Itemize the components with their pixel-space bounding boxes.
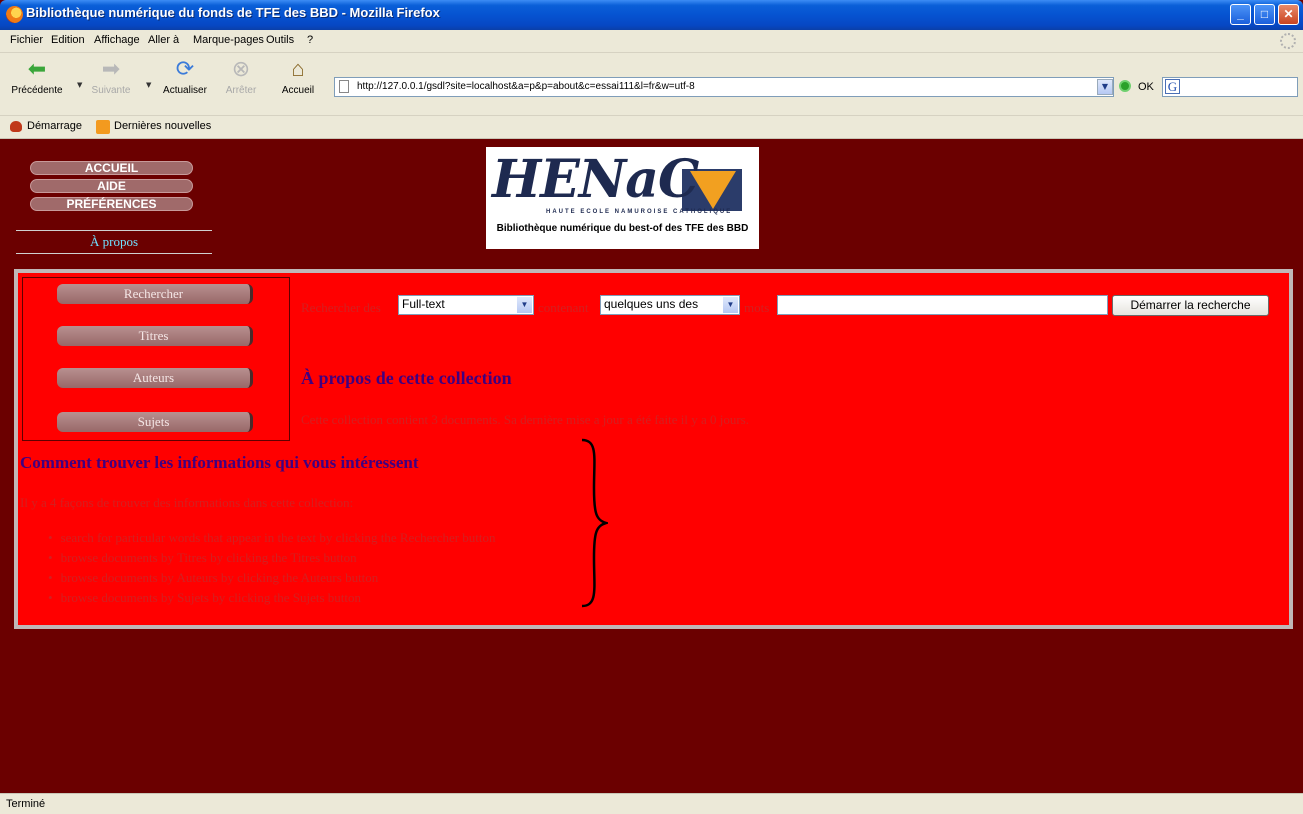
back-arrow-icon: ⬅ bbox=[27, 56, 47, 81]
menu-bar: Fichier Edition Affichage Aller à Marque… bbox=[0, 30, 1303, 53]
nav-accueil-button[interactable]: ACCUEIL bbox=[30, 161, 193, 175]
browse-buttons-box: Rechercher Titres Auteurs Sujets bbox=[22, 277, 290, 441]
logo-title: HENaC bbox=[492, 149, 699, 210]
menu-outils[interactable]: Outils bbox=[266, 34, 294, 46]
sujets-button[interactable]: Sujets bbox=[57, 412, 253, 432]
firefox-icon bbox=[6, 6, 23, 23]
howto-intro: Il y a 4 façons de trouver des informati… bbox=[20, 495, 354, 510]
main-panel: Rechercher Titres Auteurs Sujets Recherc… bbox=[14, 269, 1293, 629]
go-icon[interactable] bbox=[1119, 80, 1131, 92]
nav-preferences-button[interactable]: PRÉFÉRENCES bbox=[30, 197, 193, 211]
forward-dropdown-icon[interactable]: ▼ bbox=[146, 81, 151, 89]
list-item: browse documents by Auteurs by clicking … bbox=[48, 570, 379, 586]
back-label: Précédente bbox=[11, 85, 63, 96]
bookmark-demarrage[interactable]: Démarrage bbox=[27, 120, 82, 132]
reload-label: Actualiser bbox=[163, 85, 207, 96]
about-text: Cette collection contient 3 documents. S… bbox=[301, 412, 749, 427]
forward-arrow-icon: ➡ bbox=[101, 56, 121, 81]
minimize-button[interactable]: _ bbox=[1230, 4, 1251, 25]
google-icon[interactable]: G bbox=[1165, 79, 1180, 94]
throbber-icon bbox=[1280, 33, 1296, 49]
divider bbox=[16, 230, 212, 231]
menu-help[interactable]: ? bbox=[307, 34, 313, 46]
list-item: browse documents by Titres by clicking t… bbox=[48, 550, 357, 566]
forward-label: Suivante bbox=[91, 85, 131, 96]
reload-icon: ⟳ bbox=[175, 56, 195, 81]
menu-aller[interactable]: Aller à bbox=[148, 34, 179, 46]
stop-label: Arrêter bbox=[225, 85, 257, 96]
stop-icon: ⊗ bbox=[231, 56, 251, 81]
containing-label: contenant bbox=[538, 300, 589, 315]
search-bar[interactable]: G bbox=[1162, 77, 1298, 97]
page-icon bbox=[339, 80, 349, 93]
search-field-value: Full-text bbox=[402, 297, 445, 311]
search-field-select[interactable]: Full-text ▼ bbox=[398, 295, 534, 315]
collection-logo: HENaC HAUTE ECOLE NAMUROISE CATHOLIQUE B… bbox=[486, 147, 759, 249]
current-page-label: À propos bbox=[89, 234, 139, 249]
list-item: search for particular words that appear … bbox=[48, 530, 496, 546]
howto-heading: Comment trouver les informations qui vou… bbox=[20, 453, 419, 472]
url-dropdown-icon[interactable]: ▼ bbox=[1097, 79, 1113, 95]
search-label: Rechercher des bbox=[301, 300, 381, 315]
menu-edition[interactable]: Edition bbox=[51, 34, 85, 46]
menu-affichage[interactable]: Affichage bbox=[94, 34, 140, 46]
about-heading: À propos de cette collection bbox=[301, 368, 512, 388]
window-title: Bibliothèque numérique du fonds de TFE d… bbox=[26, 5, 440, 20]
rechercher-button[interactable]: Rechercher bbox=[57, 284, 253, 304]
search-mode-value: quelques uns des bbox=[604, 297, 699, 311]
search-mode-select[interactable]: quelques uns des ▼ bbox=[600, 295, 740, 315]
navigation-toolbar: ⬅ Précédente ▼ ➡ Suivante ▼ ⟳ Actualiser… bbox=[0, 53, 1303, 116]
page-content: ACCUEIL AIDE PRÉFÉRENCES À propos HENaC … bbox=[0, 139, 1303, 793]
search-input[interactable] bbox=[777, 295, 1108, 315]
address-bar[interactable]: http://127.0.0.1/gsdl?site=localhost&a=p… bbox=[334, 77, 1114, 97]
curly-brace-graphic bbox=[581, 438, 608, 608]
window-titlebar: Bibliothèque numérique du fonds de TFE d… bbox=[0, 0, 1303, 30]
maximize-button[interactable]: □ bbox=[1254, 4, 1275, 25]
rss-icon bbox=[96, 120, 110, 134]
chevron-down-icon: ▼ bbox=[723, 297, 738, 313]
bookmark-dernieres-nouvelles[interactable]: Dernières nouvelles bbox=[114, 120, 211, 132]
logo-caption: Bibliothèque numérique du best-of des TF… bbox=[496, 223, 749, 234]
status-text: Terminé bbox=[6, 798, 46, 810]
auteurs-button[interactable]: Auteurs bbox=[57, 368, 253, 388]
home-button[interactable]: ⌂ Accueil bbox=[276, 56, 320, 97]
list-item: browse documents by Sujets by clicking t… bbox=[48, 590, 361, 606]
words-label: mots bbox=[744, 300, 770, 315]
go-button[interactable]: OK bbox=[1138, 81, 1154, 93]
reload-button[interactable]: ⟳ Actualiser bbox=[156, 56, 214, 97]
forward-button[interactable]: ➡ Suivante bbox=[86, 56, 136, 97]
back-dropdown-icon[interactable]: ▼ bbox=[77, 81, 82, 89]
menu-marque-pages[interactable]: Marque-pages bbox=[193, 34, 264, 46]
titres-button[interactable]: Titres bbox=[57, 326, 253, 346]
divider bbox=[16, 253, 212, 254]
logo-subtitle: HAUTE ECOLE NAMUROISE CATHOLIQUE bbox=[546, 209, 733, 215]
start-search-button[interactable]: Démarrer la recherche bbox=[1112, 295, 1269, 316]
chevron-down-icon: ▼ bbox=[517, 297, 532, 313]
status-bar: Terminé bbox=[0, 793, 1303, 814]
bookmarks-toolbar: Démarrage Dernières nouvelles bbox=[0, 116, 1303, 139]
nav-aide-button[interactable]: AIDE bbox=[30, 179, 193, 193]
home-label: Accueil bbox=[281, 85, 315, 96]
home-icon: ⌂ bbox=[291, 56, 305, 81]
bookmark-icon bbox=[10, 121, 22, 132]
url-text[interactable]: http://127.0.0.1/gsdl?site=localhost&a=p… bbox=[357, 81, 695, 92]
close-button[interactable]: ✕ bbox=[1278, 4, 1299, 25]
menu-fichier[interactable]: Fichier bbox=[10, 34, 43, 46]
back-button[interactable]: ⬅ Précédente bbox=[8, 56, 66, 97]
stop-button[interactable]: ⊗ Arrêter bbox=[218, 56, 264, 97]
